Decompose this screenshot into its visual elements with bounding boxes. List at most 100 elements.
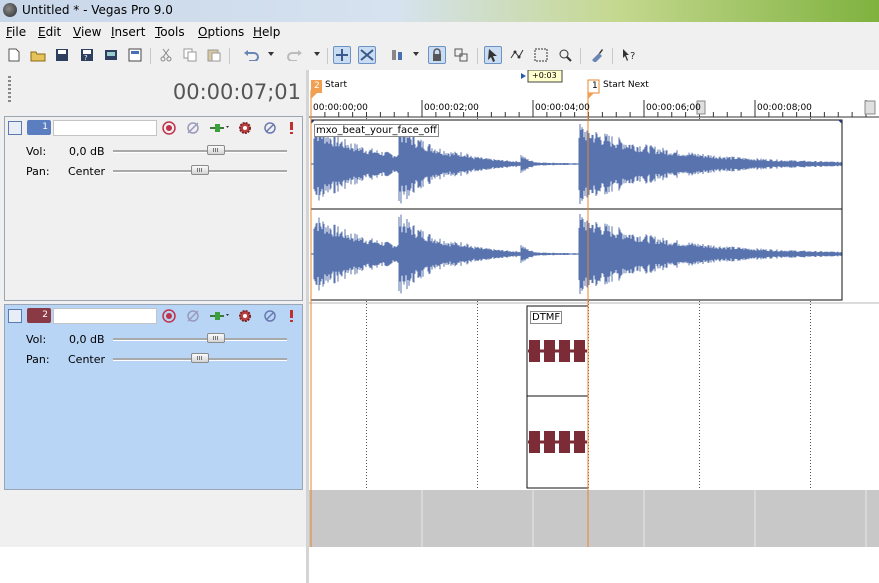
auto-ripple-dropdown[interactable] xyxy=(413,52,419,56)
track-number: 1 xyxy=(27,120,51,135)
menu-insert[interactable]: Insert xyxy=(111,25,145,39)
envelope-edit-tool-icon[interactable] xyxy=(508,46,526,64)
ruler-tick-label: 00:00:04;00 xyxy=(535,103,590,113)
auto-ripple-icon[interactable] xyxy=(388,46,406,64)
invert-phase-icon[interactable] xyxy=(185,120,201,136)
undo-icon[interactable] xyxy=(242,46,260,64)
audio-event-mxo[interactable] xyxy=(310,119,843,301)
menu-edit[interactable]: Edit xyxy=(38,25,61,39)
dtmf-tone-block xyxy=(529,431,540,453)
render-as-icon[interactable] xyxy=(102,46,120,64)
paste-icon[interactable] xyxy=(205,46,223,64)
dtmf-tone-block xyxy=(559,340,570,362)
solo-icon[interactable] xyxy=(284,308,300,324)
menu-file[interactable]: File xyxy=(6,25,26,39)
plug-in-manager-icon[interactable] xyxy=(588,46,606,64)
toolbar-separator xyxy=(150,48,151,64)
track-settings-gear-icon[interactable] xyxy=(237,120,253,136)
invert-phase-icon[interactable] xyxy=(185,308,201,324)
lock-envelopes-icon[interactable] xyxy=(428,46,446,64)
track-name-field[interactable] xyxy=(53,120,157,136)
volume-slider-thumb[interactable] xyxy=(207,333,225,343)
menu-options[interactable]: Options xyxy=(198,25,244,39)
main-toolbar: ? ? xyxy=(0,42,879,71)
ruler-tick-label: 00:00:08;00 xyxy=(757,103,812,113)
zoom-edit-tool-icon[interactable] xyxy=(556,46,574,64)
mute-icon[interactable] xyxy=(262,308,278,324)
event-name-label: mxo_beat_your_face_off xyxy=(314,124,439,137)
toolbar-separator xyxy=(327,48,328,64)
pan-slider[interactable] xyxy=(113,165,287,175)
cut-icon[interactable] xyxy=(157,46,175,64)
auto-crossfades-icon[interactable] xyxy=(358,46,376,64)
track-settings-gear-icon[interactable] xyxy=(237,308,253,324)
mute-icon[interactable] xyxy=(262,120,278,136)
menu-tools[interactable]: Tools xyxy=(155,25,185,39)
ruler-tick-label: 00:00:02;00 xyxy=(424,103,479,113)
pan-slider-thumb[interactable] xyxy=(191,165,209,175)
copy-icon[interactable] xyxy=(181,46,199,64)
vol-value: 0,0 dB xyxy=(69,333,105,346)
track-minimize-icon[interactable] xyxy=(8,309,22,323)
track-header-1[interactable]: 1 Vol: 0,0 dB Pan: Center xyxy=(4,116,303,301)
vegas-app-icon[interactable] xyxy=(3,3,17,17)
ignore-grouping-icon[interactable] xyxy=(452,46,470,64)
undo-history-dropdown[interactable] xyxy=(268,52,274,56)
volume-slider-thumb[interactable] xyxy=(207,145,225,155)
drag-handle[interactable] xyxy=(8,76,11,104)
svg-text:?: ? xyxy=(630,51,635,62)
timeline-bottom-area xyxy=(309,547,879,583)
marker-label: Start Next xyxy=(603,80,649,90)
track-fx-icon[interactable] xyxy=(208,120,232,136)
pan-value: Center xyxy=(68,353,106,366)
track-header-2[interactable]: 2 Vol: 0,0 dB Pan: Center xyxy=(4,304,303,490)
toolbar-separator xyxy=(477,48,478,64)
dtmf-tone-block xyxy=(544,340,555,362)
dtmf-tone-block xyxy=(559,431,570,453)
menu-help[interactable]: Help xyxy=(253,25,280,39)
track-fx-icon[interactable] xyxy=(208,308,232,324)
open-icon[interactable] xyxy=(29,46,47,64)
whats-this-help-icon[interactable]: ? xyxy=(620,46,638,64)
solo-icon[interactable] xyxy=(284,120,300,136)
arm-for-record-icon[interactable] xyxy=(161,308,177,324)
redo-history-dropdown[interactable] xyxy=(314,52,320,56)
volume-slider[interactable] xyxy=(113,333,287,343)
time-display: 00:00:07;01 xyxy=(172,80,301,104)
selection-edit-tool-icon[interactable] xyxy=(532,46,550,64)
marker-number: 1 xyxy=(592,81,598,91)
marker-number: 2 xyxy=(314,81,320,91)
menu-bar: File Edit View Insert Tools Options Help xyxy=(0,22,879,42)
save-icon[interactable] xyxy=(53,46,71,64)
vol-label: Vol: xyxy=(26,333,47,346)
save-as-icon[interactable]: ? xyxy=(78,46,96,64)
enable-snapping-icon[interactable] xyxy=(333,46,351,64)
left-panel-footer xyxy=(0,547,306,583)
arm-for-record-icon[interactable] xyxy=(161,120,177,136)
toolbar-separator xyxy=(229,48,230,64)
track-name-field[interactable] xyxy=(53,308,157,324)
new-project-icon[interactable] xyxy=(5,46,23,64)
title-bar: Untitled * - Vegas Pro 9.0 xyxy=(0,0,879,22)
redo-icon[interactable] xyxy=(286,46,304,64)
dtmf-tone-block xyxy=(529,340,540,362)
pan-value: Center xyxy=(68,165,106,178)
ruler-tick-label: 00:00:00;00 xyxy=(313,103,368,113)
empty-track-area xyxy=(309,490,879,547)
dtmf-event[interactable] xyxy=(526,305,589,489)
normal-edit-tool-icon[interactable] xyxy=(484,46,502,64)
svg-text:?: ? xyxy=(84,54,88,62)
menu-view[interactable]: View xyxy=(73,25,101,39)
track-minimize-icon[interactable] xyxy=(8,121,22,135)
toolbar-separator xyxy=(612,48,613,64)
marker-label: Start xyxy=(325,80,347,90)
pan-slider[interactable] xyxy=(113,353,287,363)
pan-slider-thumb[interactable] xyxy=(191,353,209,363)
volume-slider[interactable] xyxy=(113,145,287,155)
dtmf-tone-block xyxy=(574,431,585,453)
timeline-area[interactable]: 2 Start 1 Start Next +0:03 00:00:00;00 0… xyxy=(309,70,879,583)
ruler-tick-label: 00:00:06;00 xyxy=(646,103,701,113)
ruler-scroll-handle[interactable] xyxy=(864,100,876,115)
properties-icon[interactable] xyxy=(126,46,144,64)
window-title: Untitled * - Vegas Pro 9.0 xyxy=(22,3,173,17)
